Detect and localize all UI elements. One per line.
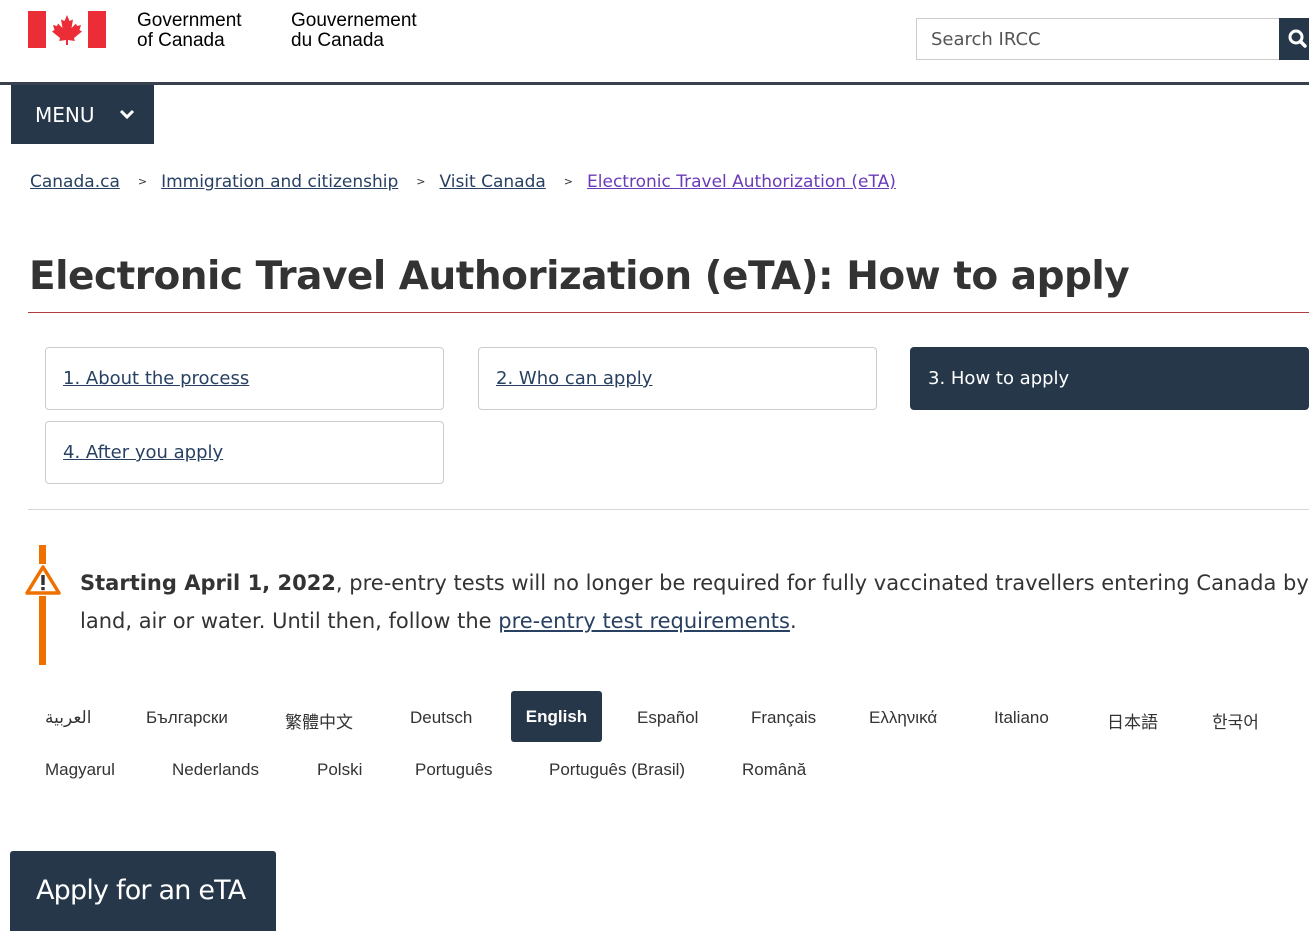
apply-for-eta-button[interactable]: Apply for an eTA [10, 851, 276, 931]
lang-korean[interactable]: 한국어 [1212, 708, 1259, 733]
pre-entry-test-link[interactable]: pre-entry test requirements [498, 609, 790, 633]
alert-text-after: . [789, 609, 797, 633]
step-link[interactable]: 2. Who can apply [496, 368, 652, 389]
lang-italian[interactable]: Italiano [994, 708, 1049, 728]
alert-message: Starting April 1, 2022, pre-entry tests … [80, 564, 1309, 640]
breadcrumb-separator: > [563, 175, 574, 188]
steps-divider [28, 509, 1309, 510]
lang-dutch[interactable]: Nederlands [172, 760, 259, 780]
step-who-can-apply[interactable]: 2. Who can apply [478, 347, 877, 410]
page-title: Electronic Travel Authorization (eTA): H… [29, 254, 1130, 299]
lang-bulgarian[interactable]: Български [146, 708, 228, 728]
search-input[interactable] [916, 18, 1279, 60]
menu-label: MENU [35, 102, 95, 127]
breadcrumb-eta[interactable]: Electronic Travel Authorization (eTA) [587, 172, 896, 192]
signature-french: Gouvernement du Canada [291, 11, 417, 51]
breadcrumb-separator: > [137, 175, 148, 188]
breadcrumb-separator: > [416, 175, 426, 188]
lang-chinese-traditional[interactable]: 繁體中文 [285, 708, 353, 733]
lang-greek[interactable]: Ελληνικά [869, 708, 937, 728]
lang-polish[interactable]: Polski [317, 760, 362, 780]
header-divider [0, 82, 1309, 85]
signature-english: Government of Canada [137, 11, 242, 51]
breadcrumb-immigration[interactable]: Immigration and citizenship [161, 172, 398, 192]
alert-warning-bar [39, 545, 46, 665]
lang-spanish[interactable]: Español [637, 708, 698, 728]
step-label-current: 3. How to apply [928, 368, 1070, 389]
lang-portuguese-brasil[interactable]: Português (Brasil) [549, 760, 685, 780]
chevron-down-icon [119, 109, 135, 120]
signature-fr-line1: Gouvernement [291, 10, 417, 31]
lang-portuguese[interactable]: Português [415, 760, 493, 780]
warning-icon [25, 564, 61, 596]
step-after-you-apply[interactable]: 4. After you apply [45, 421, 444, 484]
signature-fr-line2: du Canada [291, 30, 384, 51]
step-about-the-process[interactable]: 1. About the process [45, 347, 444, 410]
lang-german[interactable]: Deutsch [410, 708, 472, 728]
search-box [916, 18, 1309, 60]
lang-arabic[interactable]: العربية [45, 708, 91, 728]
canada-flag-icon[interactable] [28, 11, 106, 48]
alert-strong: Starting April 1, 2022 [80, 571, 336, 595]
site-header: Government of Canada Gouvernement du Can… [0, 0, 1309, 85]
lang-hungarian[interactable]: Magyarul [45, 760, 115, 780]
signature-en-line2: of Canada [137, 30, 225, 51]
breadcrumb-canada-ca[interactable]: Canada.ca [30, 172, 120, 192]
lang-english[interactable]: English [511, 691, 602, 742]
menu-button[interactable]: MENU [11, 85, 154, 144]
breadcrumb-visit-canada[interactable]: Visit Canada [439, 172, 545, 192]
title-underline [28, 312, 1309, 313]
search-button[interactable] [1279, 18, 1309, 60]
search-icon [1288, 29, 1307, 48]
lang-japanese[interactable]: 日本語 [1107, 708, 1158, 733]
signature-en-line1: Government [137, 10, 242, 31]
lang-romanian[interactable]: Română [742, 760, 806, 780]
lang-french[interactable]: Français [751, 708, 816, 728]
breadcrumb: Canada.ca > Immigration and citizenship > Vi… [30, 172, 896, 192]
step-how-to-apply: 3. How to apply [910, 347, 1309, 410]
step-link[interactable]: 4. After you apply [63, 442, 223, 463]
step-link[interactable]: 1. About the process [63, 368, 249, 389]
